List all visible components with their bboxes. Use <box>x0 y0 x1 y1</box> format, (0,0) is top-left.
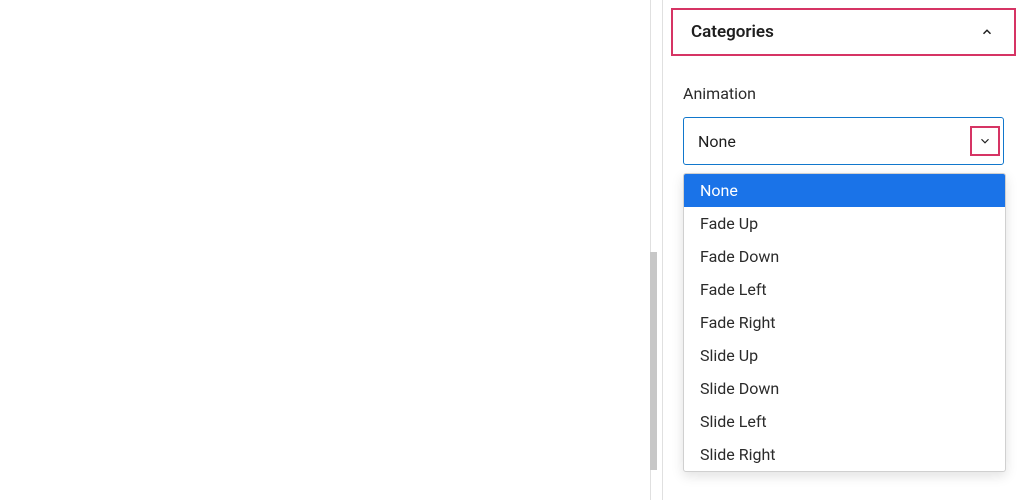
animation-option-slide-down[interactable]: Slide Down <box>684 372 1005 405</box>
animation-option-slide-up[interactable]: Slide Up <box>684 339 1005 372</box>
settings-sidebar: Categories Animation None None Fade Up F… <box>662 0 1024 500</box>
section-title: Categories <box>691 22 774 42</box>
animation-option-none[interactable]: None <box>684 174 1005 207</box>
animation-option-fade-down[interactable]: Fade Down <box>684 240 1005 273</box>
animation-label: Animation <box>683 84 1004 103</box>
animation-option-fade-up[interactable]: Fade Up <box>684 207 1005 240</box>
animation-dropdown: None Fade Up Fade Down Fade Left Fade Ri… <box>683 173 1006 472</box>
animation-selected-value: None <box>698 132 736 151</box>
chevron-up-icon <box>978 23 996 41</box>
animation-option-slide-right[interactable]: Slide Right <box>684 438 1005 471</box>
animation-option-fade-right[interactable]: Fade Right <box>684 306 1005 339</box>
animation-select[interactable]: None <box>683 117 1004 165</box>
animation-select-wrap: None None Fade Up Fade Down Fade Left Fa… <box>683 117 1004 165</box>
animation-option-slide-left[interactable]: Slide Left <box>684 405 1005 438</box>
scrollbar-thumb[interactable] <box>650 252 657 470</box>
animation-option-fade-left[interactable]: Fade Left <box>684 273 1005 306</box>
panel-body: Animation None None Fade Up Fade Down Fa… <box>663 56 1024 165</box>
categories-section-header[interactable]: Categories <box>671 8 1016 56</box>
content-area <box>0 0 650 500</box>
